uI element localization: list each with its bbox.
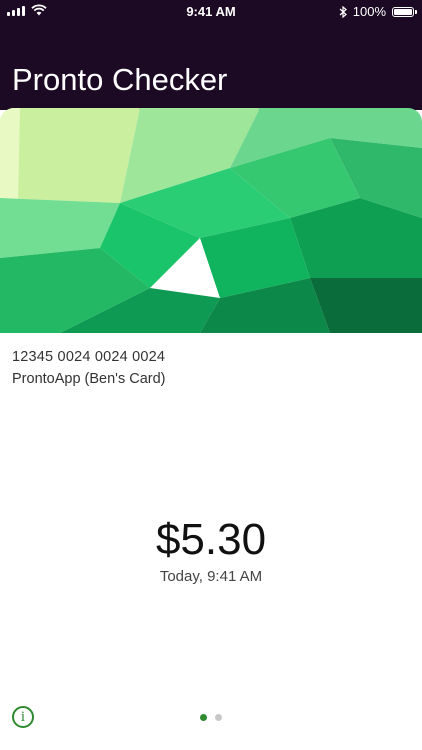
card-pattern xyxy=(0,108,422,333)
status-right: 100% xyxy=(339,4,417,19)
status-bar: 9:41 AM 100% xyxy=(0,0,422,24)
battery-percent: 100% xyxy=(352,4,386,19)
card-name: ProntoApp (Ben's Card) xyxy=(12,371,166,387)
page-dot[interactable] xyxy=(200,714,207,721)
bluetooth-icon xyxy=(339,5,347,18)
page-indicator[interactable] xyxy=(0,714,422,721)
page-dot[interactable] xyxy=(215,714,222,721)
battery-fill xyxy=(394,8,412,15)
card-number: 12345 0024 0024 0024 xyxy=(12,349,166,365)
balance-amount: $5.30 xyxy=(155,515,267,564)
app-header: 9:41 AM 100% Pronto Checker xyxy=(0,0,422,110)
battery-icon xyxy=(392,6,417,17)
card-image[interactable] xyxy=(0,108,422,333)
balance-updated: Today, 9:41 AM xyxy=(159,568,263,585)
page-title: Pronto Checker xyxy=(12,62,228,97)
